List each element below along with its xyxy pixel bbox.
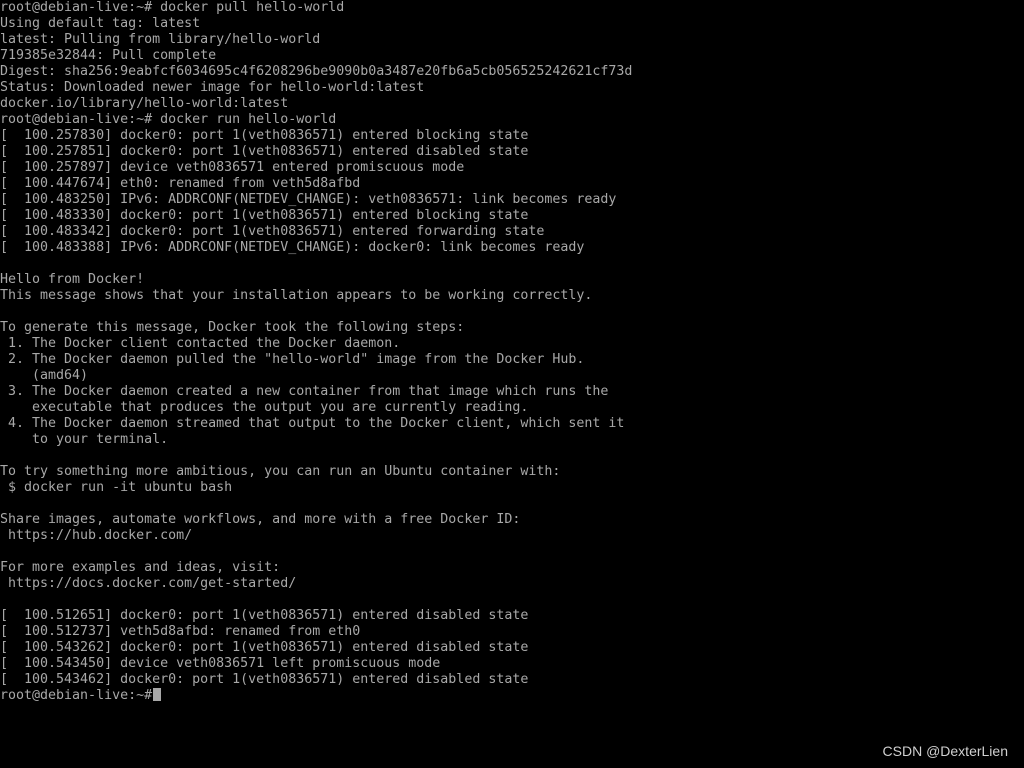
console-line: For more examples and ideas, visit:	[0, 560, 281, 575]
console-line: (amd64)	[0, 368, 89, 383]
console-line: [ 100.257830] docker0: port 1(veth083657…	[0, 128, 529, 143]
console-line: 719385e32844: Pull complete	[0, 48, 217, 63]
console-line: 3. The Docker daemon created a new conta…	[0, 384, 609, 399]
console-line: latest: Pulling from library/hello-world	[0, 32, 321, 47]
console-line: 1. The Docker client contacted the Docke…	[0, 336, 401, 351]
console-line: executable that produces the output you …	[0, 400, 529, 415]
console-line: [ 100.483330] docker0: port 1(veth083657…	[0, 208, 529, 223]
terminal-screen[interactable]: root@debian-live:~# docker pull hello-wo…	[0, 0, 1024, 768]
console-line: Digest: sha256:9eabfcf6034695c4f6208296b…	[0, 64, 633, 79]
console-line: [ 100.483250] IPv6: ADDRCONF(NETDEV_CHAN…	[0, 192, 617, 207]
console-line: Share images, automate workflows, and mo…	[0, 512, 521, 527]
console-line: to your terminal.	[0, 432, 169, 447]
console-line: Status: Downloaded newer image for hello…	[0, 80, 425, 95]
console-line: https://docs.docker.com/get-started/	[0, 576, 297, 591]
console-line: This message shows that your installatio…	[0, 288, 593, 303]
prompt-line[interactable]: root@debian-live:~#	[0, 688, 1024, 704]
console-line: [ 100.543462] docker0: port 1(veth083657…	[0, 672, 529, 687]
console-line: [ 100.447674] eth0: renamed from veth5d8…	[0, 176, 361, 191]
console-line: [ 100.483388] IPv6: ADDRCONF(NETDEV_CHAN…	[0, 240, 585, 255]
console-line: [ 100.512737] veth5d8afbd: renamed from …	[0, 624, 361, 639]
console-line: docker.io/library/hello-world:latest	[0, 96, 289, 111]
console-output: root@debian-live:~# docker pull hello-wo…	[0, 0, 1024, 704]
console-line: [ 100.483342] docker0: port 1(veth083657…	[0, 224, 545, 239]
console-line: Hello from Docker!	[0, 272, 145, 287]
console-line: [ 100.512651] docker0: port 1(veth083657…	[0, 608, 529, 623]
console-line: root@debian-live:~# docker run hello-wor…	[0, 112, 337, 127]
text-cursor	[153, 688, 162, 701]
console-line: [ 100.543262] docker0: port 1(veth083657…	[0, 640, 529, 655]
console-line: 4. The Docker daemon streamed that outpu…	[0, 416, 625, 431]
console-line: To generate this message, Docker took th…	[0, 320, 465, 335]
console-line: 2. The Docker daemon pulled the "hello-w…	[0, 352, 585, 367]
console-line: root@debian-live:~# docker pull hello-wo…	[0, 0, 345, 15]
console-line: https://hub.docker.com/	[0, 528, 193, 543]
console-line: Using default tag: latest	[0, 16, 201, 31]
console-line: [ 100.257851] docker0: port 1(veth083657…	[0, 144, 529, 159]
console-line: [ 100.543450] device veth0836571 left pr…	[0, 656, 441, 671]
watermark: CSDN @DexterLien	[882, 743, 1008, 759]
console-line: To try something more ambitious, you can…	[0, 464, 561, 479]
shell-prompt: root@debian-live:~#	[0, 688, 153, 703]
console-line: [ 100.257897] device veth0836571 entered…	[0, 160, 465, 175]
console-line: $ docker run -it ubuntu bash	[0, 480, 233, 495]
